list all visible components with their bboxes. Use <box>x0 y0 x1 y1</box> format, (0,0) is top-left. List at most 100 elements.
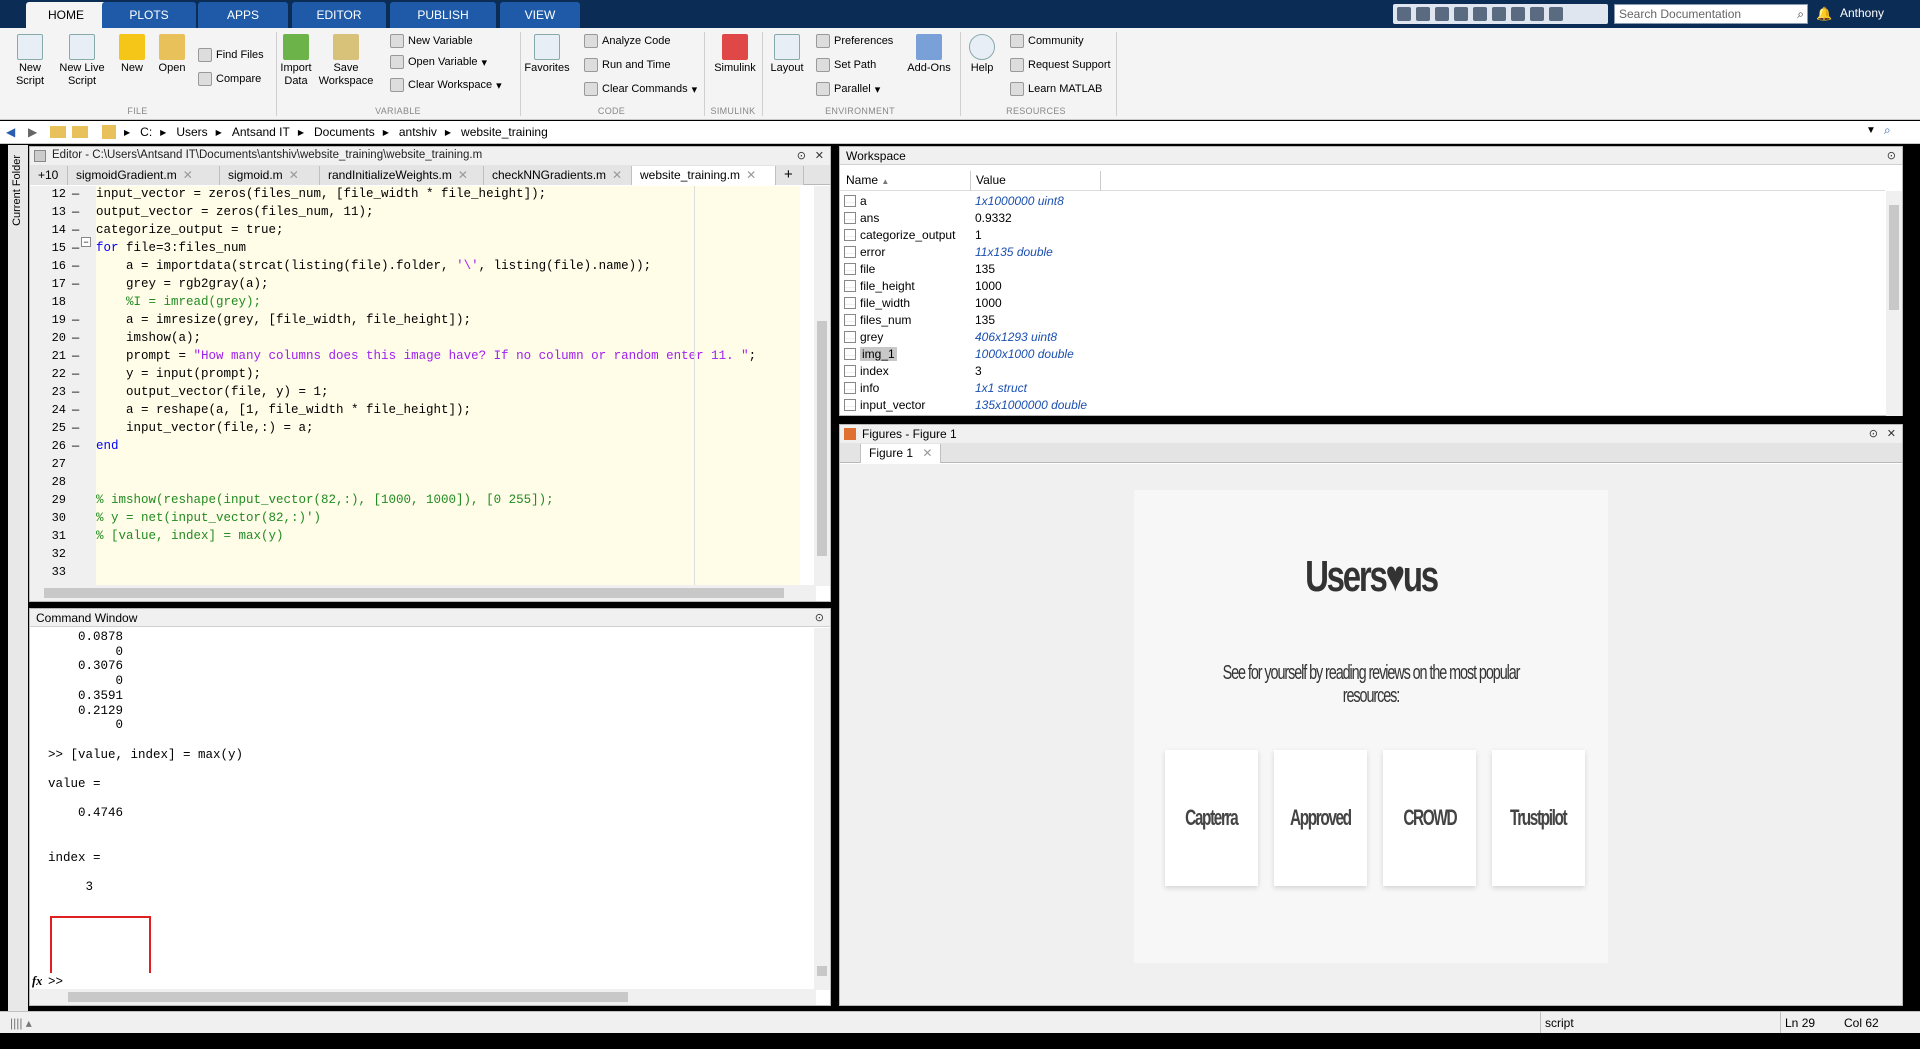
breakpoint-marker[interactable]: — <box>72 223 79 237</box>
dropdown-icon[interactable] <box>1549 7 1563 21</box>
breakpoint-marker[interactable]: — <box>72 277 79 291</box>
open-variable-button[interactable]: Open Variable ▾ <box>390 55 487 69</box>
fx-icon[interactable]: fx <box>32 974 42 989</box>
code-line[interactable]: output_vector = zeros(files_num, 11); <box>96 205 374 219</box>
scrollbar-thumb[interactable] <box>817 966 827 976</box>
save-workspace-button[interactable]: Save Workspace <box>318 34 374 88</box>
learn-matlab-button[interactable]: Learn MATLAB <box>1010 82 1102 96</box>
breakpoint-marker[interactable]: — <box>72 421 79 435</box>
user-menu[interactable]: Anthony <box>1840 6 1884 20</box>
parallel-button[interactable]: Parallel ▾ <box>816 82 880 96</box>
close-tab-icon[interactable]: ✕ <box>183 168 193 182</box>
scrollbar-thumb[interactable] <box>817 321 827 556</box>
breadcrumb-c[interactable]: C: <box>140 125 152 139</box>
tab-sigmoidgradient[interactable]: sigmoidGradient.m ✕ <box>68 166 220 185</box>
command-window-output[interactable]: 0.0878 0 0.3076 0 0.3591 0.2129 0 >> [val… <box>30 628 816 973</box>
code-line[interactable]: end <box>96 439 119 453</box>
close-tab-icon[interactable]: ✕ <box>922 446 932 460</box>
code-line[interactable]: a = reshape(a, [1, file_width * file_hei… <box>96 403 471 417</box>
set-path-button[interactable]: Set Path <box>816 58 876 72</box>
new-live-script-button[interactable]: New Live Script <box>54 34 110 88</box>
tab-randinitializeweights[interactable]: randInitializeWeights.m ✕ <box>320 166 484 185</box>
breadcrumb-antsand-it[interactable]: Antsand IT <box>232 125 290 139</box>
close-tab-icon[interactable]: ✕ <box>458 168 468 182</box>
panel-menu-icon[interactable]: ⊙ <box>1869 427 1878 440</box>
editor-vertical-scrollbar[interactable] <box>814 186 830 586</box>
panel-menu-icon[interactable]: ⊙ <box>797 149 806 162</box>
tab-plots[interactable]: PLOTS <box>102 2 196 28</box>
workspace-row[interactable]: index 3 <box>840 363 1885 380</box>
close-tab-icon[interactable]: ✕ <box>289 168 299 182</box>
paste-icon[interactable] <box>1454 7 1468 21</box>
favorites-button[interactable]: Favorites <box>524 34 570 75</box>
breadcrumb-website-training[interactable]: website_training <box>461 125 548 139</box>
breakpoint-marker[interactable]: — <box>72 187 79 201</box>
code-line[interactable]: prompt = "How many columns does this ima… <box>96 349 756 363</box>
import-data-button[interactable]: Import Data <box>280 34 312 88</box>
workspace-row[interactable]: info 1x1 struct <box>840 380 1885 397</box>
up-folder-icon[interactable] <box>50 126 66 138</box>
workspace-row[interactable]: file 135 <box>840 261 1885 278</box>
new-variable-button[interactable]: New Variable <box>390 34 473 48</box>
copy-icon[interactable] <box>1435 7 1449 21</box>
breakpoint-marker[interactable]: — <box>72 367 79 381</box>
breakpoint-marker[interactable]: — <box>72 403 79 417</box>
column-divider[interactable] <box>970 171 971 191</box>
new-script-button[interactable]: New Script <box>10 34 50 88</box>
code-line[interactable]: %I = imread(grey); <box>96 295 261 309</box>
workspace-row[interactable]: grey 406x1293 uint8 <box>840 329 1885 346</box>
breakpoint-marker[interactable]: — <box>72 313 79 327</box>
workspace-row[interactable]: file_width 1000 <box>840 295 1885 312</box>
workspace-row[interactable]: file_height 1000 <box>840 278 1885 295</box>
workspace-row[interactable]: a 1x1000000 uint8 <box>840 193 1885 210</box>
tab-website-training[interactable]: website_training.m ✕ <box>632 166 776 185</box>
close-tab-icon[interactable]: ✕ <box>746 168 756 182</box>
code-line[interactable]: % y = net(input_vector(82,:)') <box>96 511 321 525</box>
redo-icon[interactable] <box>1492 7 1506 21</box>
fold-toggle-icon[interactable]: − <box>81 237 91 247</box>
scrollbar-thumb[interactable] <box>68 992 628 1002</box>
breadcrumb-documents[interactable]: Documents <box>314 125 375 139</box>
command-window-vertical-scrollbar[interactable] <box>814 628 830 990</box>
code-editor[interactable]: 12 — 13 — 14 — 15 — 16 — 17 — 18 19 — 20 — 21 — 22 — 23 — 24 — 25… <box>30 186 800 586</box>
breakpoint-marker[interactable]: — <box>72 439 79 453</box>
tab-publish[interactable]: PUBLISH <box>390 2 496 28</box>
search-folder-icon[interactable]: ⌕ <box>1884 123 1891 138</box>
bell-icon[interactable]: 🔔 <box>1816 6 1832 22</box>
clear-workspace-button[interactable]: Clear Workspace ▾ <box>390 78 502 92</box>
breakpoint-marker[interactable]: — <box>72 205 79 219</box>
workspace-vertical-scrollbar[interactable] <box>1886 191 1902 416</box>
tab-view[interactable]: VIEW <box>500 2 580 28</box>
code-line[interactable]: a = importdata(strcat(listing(file).fold… <box>96 259 651 273</box>
new-button[interactable]: New <box>116 34 148 75</box>
panel-menu-icon[interactable]: ⊙ <box>815 611 824 624</box>
scrollbar-thumb[interactable] <box>44 588 784 598</box>
find-files-button[interactable]: Find Files <box>198 48 264 62</box>
back-arrow-icon[interactable]: ◀ <box>6 125 22 139</box>
search-icon[interactable]: ⌕ <box>1797 7 1804 22</box>
tab-sigmoid[interactable]: sigmoid.m ✕ <box>220 166 320 185</box>
breadcrumb-users[interactable]: Users <box>176 125 207 139</box>
preferences-button[interactable]: Preferences <box>816 34 893 48</box>
browse-folder-icon[interactable] <box>72 126 88 138</box>
open-button[interactable]: Open <box>156 34 188 75</box>
code-line[interactable]: y = input(prompt); <box>96 367 261 381</box>
column-divider[interactable] <box>1100 171 1101 191</box>
code-line[interactable]: input_vector(file,:) = a; <box>96 421 314 435</box>
breakpoint-marker[interactable]: — <box>72 241 79 255</box>
column-header-name[interactable]: Name ▲ <box>846 173 889 187</box>
undo-icon[interactable] <box>1473 7 1487 21</box>
code-line[interactable]: grey = rgb2gray(a); <box>96 277 269 291</box>
forward-arrow-icon[interactable]: ▶ <box>28 125 44 139</box>
address-dropdown-icon[interactable]: ▼ <box>1866 125 1876 136</box>
search-documentation-input[interactable]: Search Documentation ⌕ <box>1614 4 1808 24</box>
workspace-row[interactable]: ans 0.9332 <box>840 210 1885 227</box>
tab-figure-1[interactable]: Figure 1 ✕ <box>860 444 942 463</box>
panel-menu-icon[interactable]: ⊙ <box>1887 149 1896 162</box>
help-button[interactable]: Help <box>966 34 998 75</box>
breadcrumb-antshiv[interactable]: antshiv <box>399 125 437 139</box>
column-header-value[interactable]: Value <box>976 173 1006 187</box>
code-line[interactable]: categorize_output = true; <box>96 223 284 237</box>
layout-button[interactable]: Layout <box>766 34 808 75</box>
run-and-time-button[interactable]: Run and Time <box>584 58 670 72</box>
